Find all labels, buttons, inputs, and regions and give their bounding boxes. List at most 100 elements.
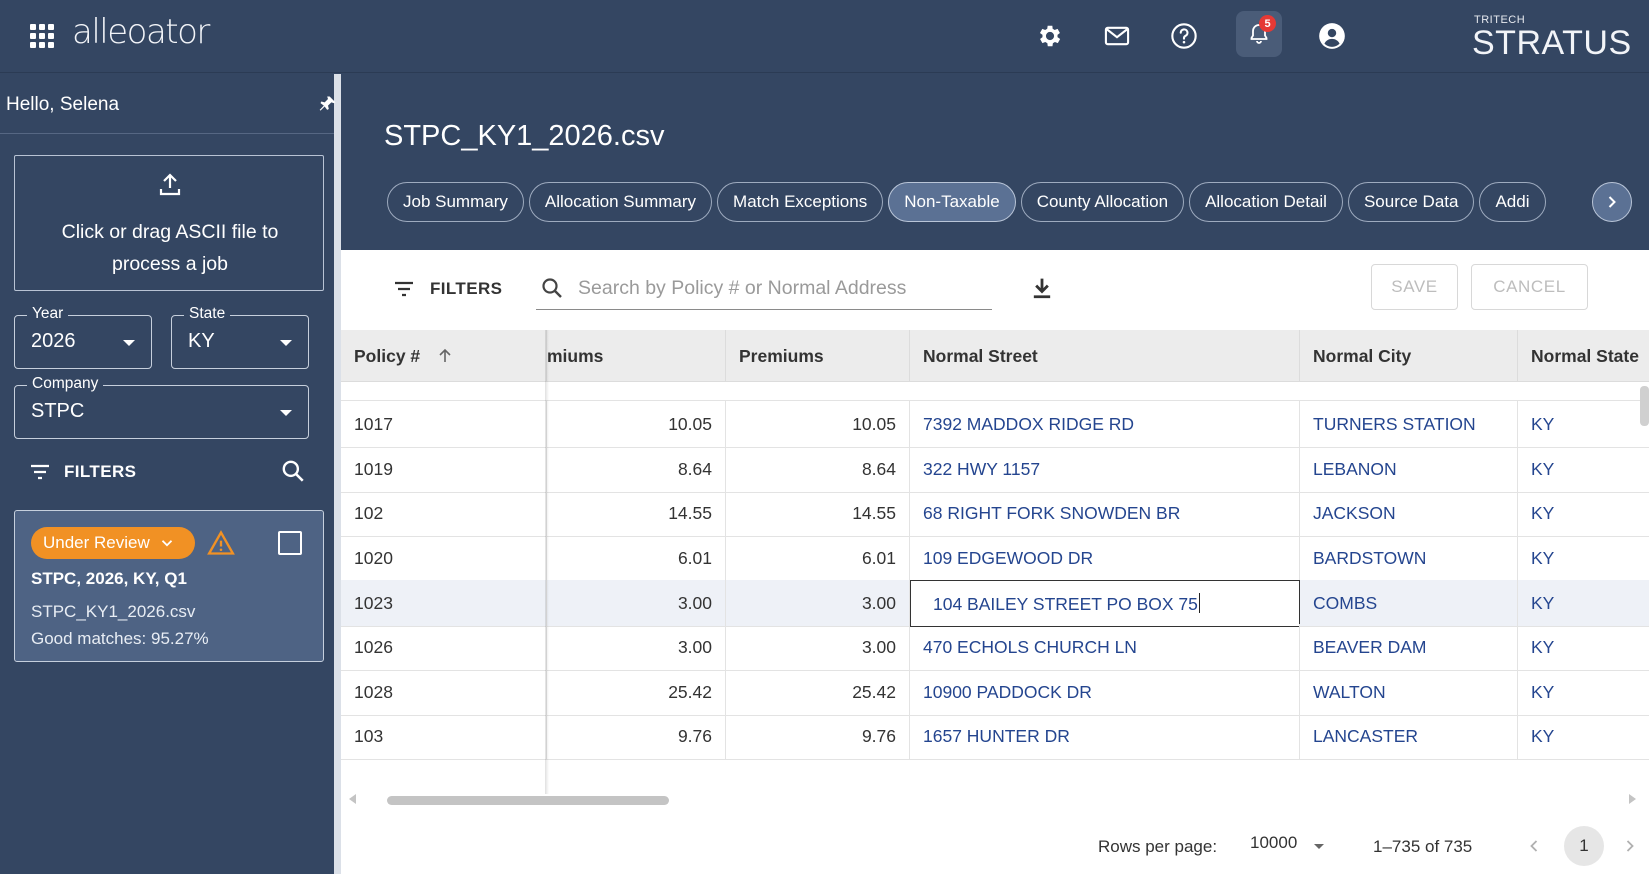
status-dropdown-chip[interactable]: Under Review [31, 527, 195, 559]
cell-normal-street[interactable]: 10900 PADDOCK DR [910, 669, 1300, 716]
table-row[interactable]: 1017 10.05 10.05 7392 MADDOX RIDGE RD TU… [341, 401, 1649, 448]
cell-normal-street[interactable]: 68 RIGHT FORK SNOWDEN BR [910, 490, 1300, 537]
cell-normal-street[interactable]: 7392 MADDOX RIDGE RD [910, 401, 1300, 448]
account-circle-icon[interactable] [1312, 16, 1352, 56]
job-card[interactable]: Under Review STPC, 2026, KY, Q1 STPC_KY1… [14, 510, 324, 662]
job-title: STPC, 2026, KY, Q1 [31, 569, 187, 588]
cell-policy: 1026 [341, 624, 547, 671]
column-header-gross-premiums[interactable]: miums [547, 330, 726, 382]
street-edit-value[interactable]: 104 BAILEY STREET PO BOX 75 [933, 594, 1198, 614]
cell-normal-city[interactable]: LANCASTER [1300, 713, 1518, 760]
cell-normal-street-editor[interactable]: 104 BAILEY STREET PO BOX 75 [910, 580, 1300, 627]
apps-grid-icon[interactable] [30, 24, 54, 48]
horizontal-scrollbar-thumb[interactable] [387, 796, 669, 805]
company-select[interactable]: Company STPC [14, 375, 309, 439]
job-file-name: STPC_KY1_2026.csv [31, 602, 196, 621]
rows-per-page-select[interactable]: 10000 [1250, 833, 1340, 861]
table-row[interactable]: 103 9.76 9.76 1657 HUNTER DR LANCASTER K… [341, 713, 1649, 760]
cell-premiums: 14.55 [726, 490, 910, 537]
mail-icon[interactable] [1097, 16, 1137, 56]
sidebar-filters-button[interactable]: FILTERS [28, 460, 136, 484]
horizontal-scrollbar[interactable] [349, 790, 1649, 806]
tabs-scroll-right-button[interactable] [1592, 182, 1632, 222]
table-row[interactable]: 1026 3.00 3.00 470 ECHOLS CHURCH LN BEAV… [341, 624, 1649, 671]
cell-normal-street[interactable]: 1657 HUNTER DR [910, 713, 1300, 760]
column-header-policy[interactable]: Policy # [341, 330, 547, 382]
page-title: STPC_KY1_2026.csv [384, 120, 665, 152]
cell-normal-state[interactable]: KY [1518, 624, 1649, 671]
tab-additional[interactable]: Addi [1479, 182, 1546, 222]
job-select-checkbox[interactable] [278, 531, 302, 555]
year-select[interactable]: Year 2026 [14, 305, 152, 369]
search-icon[interactable] [280, 458, 306, 484]
cell-normal-city[interactable]: LEBANON [1300, 446, 1518, 493]
company-value: STPC [31, 400, 85, 422]
help-icon[interactable] [1164, 16, 1204, 56]
cell-gross-premiums: 3.00 [547, 624, 726, 671]
cell-normal-street[interactable]: 470 ECHOLS CHURCH LN [910, 624, 1300, 671]
cell-normal-state[interactable]: KY [1518, 490, 1649, 537]
table-row[interactable]: 1019 8.64 8.64 322 HWY 1157 LEBANON KY [341, 446, 1649, 493]
tab-non-taxable[interactable]: Non-Taxable [888, 182, 1016, 222]
cell-normal-street[interactable]: 322 HWY 1157 [910, 446, 1300, 493]
cell-normal-city[interactable]: COMBS [1300, 580, 1518, 627]
column-header-normal-state[interactable]: Normal State [1518, 330, 1649, 382]
cell-premiums: 3.00 [726, 580, 910, 627]
tab-county-allocation[interactable]: County Allocation [1020, 182, 1185, 222]
column-header-normal-city[interactable]: Normal City [1300, 330, 1518, 382]
cell-normal-city[interactable]: JACKSON [1300, 490, 1518, 537]
tab-match-exceptions[interactable]: Match Exceptions [717, 182, 884, 222]
cell-normal-city[interactable]: WALTON [1300, 669, 1518, 716]
cell-normal-city[interactable]: BEAVER DAM [1300, 624, 1518, 671]
vertical-scrollbar-thumb[interactable] [1640, 386, 1649, 426]
cell-normal-state[interactable]: KY [1518, 580, 1649, 627]
cell-policy: 1023 [341, 580, 547, 627]
tab-allocation-detail[interactable]: Allocation Detail [1189, 182, 1343, 222]
state-label: State [184, 305, 231, 323]
cell-normal-state[interactable]: KY [1518, 401, 1649, 448]
policy-search-field [536, 266, 992, 310]
previous-page-icon[interactable] [1524, 836, 1544, 856]
next-page-icon[interactable] [1620, 836, 1640, 856]
filter-list-icon [395, 281, 413, 297]
notifications-bell-icon[interactable]: 5 [1236, 11, 1282, 57]
cell-normal-state[interactable]: KY [1518, 535, 1649, 582]
upload-dropzone[interactable]: Click or drag ASCII file to process a jo… [14, 155, 324, 291]
cancel-button[interactable]: CANCEL [1471, 264, 1588, 310]
tab-source-data[interactable]: Source Data [1347, 182, 1475, 222]
cell-normal-city[interactable]: TURNERS STATION [1300, 401, 1518, 448]
save-button[interactable]: SAVE [1371, 264, 1458, 310]
scroll-right-arrow-icon[interactable] [1629, 794, 1636, 804]
cell-premiums: 6.01 [726, 535, 910, 582]
tab-job-summary[interactable]: Job Summary [387, 182, 524, 222]
cell-normal-state[interactable]: KY [1518, 713, 1649, 760]
greeting-divider [0, 133, 334, 134]
table-row[interactable]: 1028 25.42 25.42 10900 PADDOCK DR WALTON… [341, 669, 1649, 716]
cell-policy: 103 [341, 713, 547, 760]
column-header-normal-street[interactable]: Normal Street [910, 330, 1300, 382]
table-row[interactable]: 102 14.55 14.55 68 RIGHT FORK SNOWDEN BR… [341, 490, 1649, 537]
cell-premiums: 10.05 [726, 401, 910, 448]
cell-normal-street[interactable]: 109 EDGEWOOD DR [910, 535, 1300, 582]
sort-ascending-icon[interactable] [437, 348, 453, 364]
tab-allocation-summary[interactable]: Allocation Summary [528, 182, 713, 222]
state-select[interactable]: State KY [171, 305, 309, 369]
policy-search-input[interactable] [578, 272, 978, 304]
download-icon[interactable] [1028, 274, 1056, 302]
cell-normal-state[interactable]: KY [1518, 669, 1649, 716]
cell-premiums: 8.64 [726, 446, 910, 493]
table-row-selected[interactable]: 1023 3.00 3.00 104 BAILEY STREET PO BOX … [341, 580, 1649, 627]
column-header-premiums[interactable]: Premiums [726, 330, 910, 382]
filters-button[interactable]: FILTERS [392, 277, 502, 301]
cell-normal-state[interactable]: KY [1518, 446, 1649, 493]
pin-icon[interactable] [318, 94, 338, 114]
table-row[interactable]: 1020 6.01 6.01 109 EDGEWOOD DR BARDSTOWN… [341, 535, 1649, 582]
filters-label: FILTERS [430, 279, 503, 298]
scroll-left-arrow-icon[interactable] [349, 794, 356, 804]
sidebar-divider[interactable] [334, 74, 341, 874]
notification-count-badge: 5 [1259, 15, 1276, 32]
current-page-button[interactable]: 1 [1564, 826, 1604, 866]
cell-normal-city[interactable]: BARDSTOWN [1300, 535, 1518, 582]
gear-icon[interactable] [1030, 16, 1070, 56]
stratus-brand-logo: TRITECH STRATUS [1472, 14, 1631, 62]
